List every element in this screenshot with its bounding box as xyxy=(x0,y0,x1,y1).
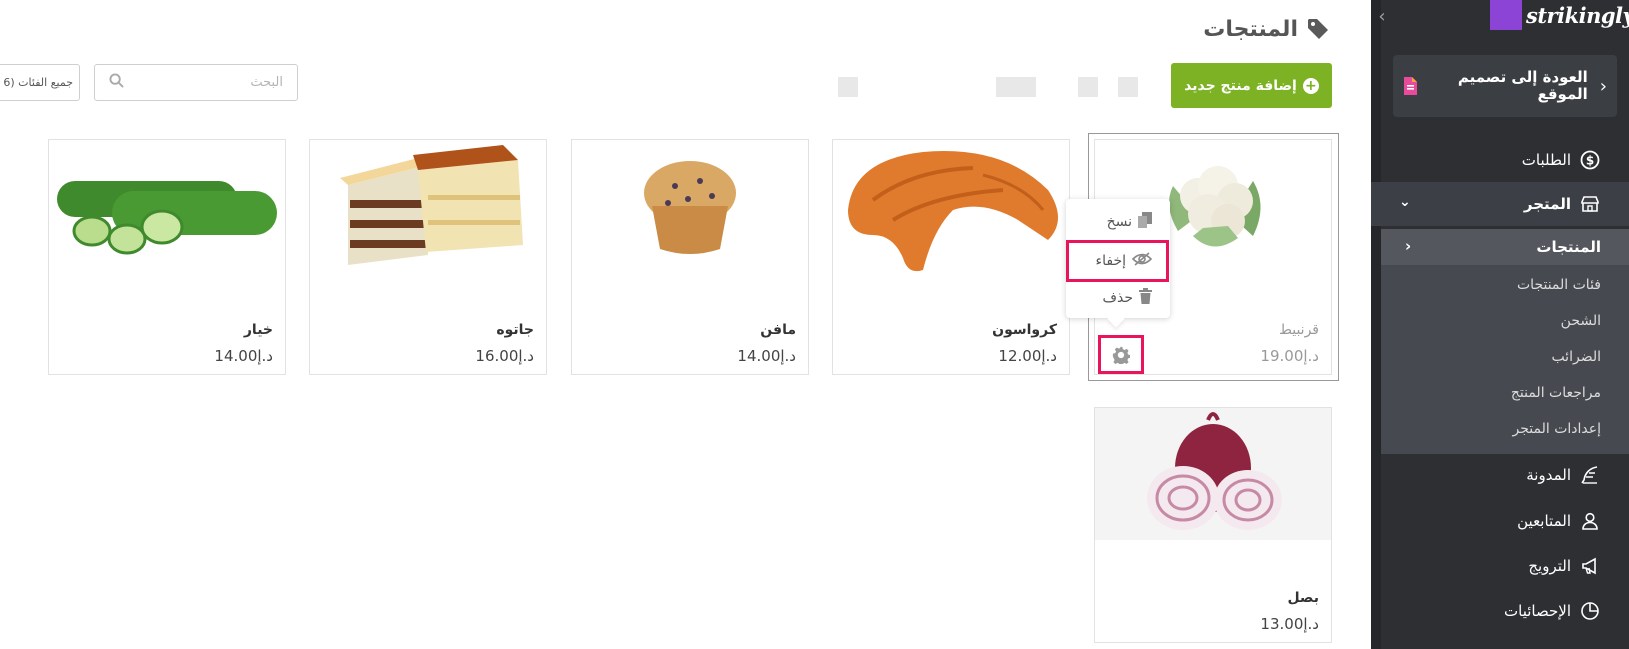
sidebar-subitem-label: الشحن xyxy=(1560,313,1601,329)
logo-mark xyxy=(1490,0,1522,30)
page-title-text: المنتجات xyxy=(1203,16,1298,42)
menu-item-label: نسخ xyxy=(1106,214,1132,230)
back-to-site-design-button[interactable]: ‹ العودة إلى تصميم الموقع xyxy=(1393,55,1617,117)
megaphone-icon xyxy=(1579,555,1601,577)
dollar-circle-icon: $ xyxy=(1579,149,1601,171)
sidebar-subitem-categories[interactable]: فئات المنتجات xyxy=(1381,268,1629,302)
logo: strikingly xyxy=(1490,0,1629,30)
product-price: د.إ16.00 xyxy=(475,347,534,365)
product-name: خيار xyxy=(243,322,273,338)
product-name: كرواسون xyxy=(992,322,1057,338)
chevron-down-icon: ⌄ xyxy=(1399,194,1411,210)
sidebar-item-orders[interactable]: $ الطلبات xyxy=(1371,138,1629,182)
product-image-muffin xyxy=(572,140,808,272)
plus-circle-icon: + xyxy=(1302,77,1319,94)
product-price: د.إ19.00 xyxy=(1260,347,1319,365)
product-card[interactable]: بصل د.إ13.00 xyxy=(1094,407,1332,643)
product-card[interactable]: خيار د.إ14.00 xyxy=(48,139,286,375)
product-image-croissant xyxy=(833,140,1069,272)
sidebar-subitem-products[interactable]: المنتجات ‹ xyxy=(1381,229,1629,265)
menu-item-delete[interactable]: حذف xyxy=(1066,281,1170,315)
product-price: د.إ12.00 xyxy=(998,347,1057,365)
document-icon xyxy=(1404,77,1417,95)
sidebar-item-label: المتجر xyxy=(1523,195,1571,213)
logo-text: strikingly xyxy=(1526,2,1629,28)
product-name: قرنبيط xyxy=(1278,322,1319,338)
sidebar-item-promote[interactable]: الترويج xyxy=(1371,544,1629,588)
chevron-left-icon: ‹ xyxy=(1405,237,1412,255)
sort-placeholder[interactable] xyxy=(996,77,1036,97)
sidebar-item-label: الإحصائيات xyxy=(1504,602,1571,620)
product-image-cucumber xyxy=(49,140,285,272)
sidebar-subitem-label: الضرائب xyxy=(1551,349,1601,365)
product-settings-gear-button[interactable] xyxy=(1098,335,1144,374)
sidebar-item-label: المتابعين xyxy=(1517,512,1571,530)
product-card[interactable]: مافن د.إ14.00 xyxy=(571,139,809,375)
sidebar-item-label: الترويج xyxy=(1528,557,1571,575)
users-icon xyxy=(1579,510,1601,532)
search-placeholder: البحث xyxy=(250,75,283,90)
view-toggle-button[interactable] xyxy=(838,77,858,97)
tag-icon xyxy=(1308,19,1328,39)
add-new-product-label: إضافة منتج جديد xyxy=(1184,77,1297,94)
product-price: د.إ13.00 xyxy=(1260,615,1319,633)
product-price: د.إ14.00 xyxy=(737,347,796,365)
sidebar-item-followers[interactable]: المتابعين xyxy=(1371,499,1629,543)
copy-icon xyxy=(1138,212,1152,232)
sidebar-item-blog[interactable]: المدونة xyxy=(1371,453,1629,497)
highlight-hide-option xyxy=(1066,240,1169,282)
sidebar-subitem-label: إعدادات المتجر xyxy=(1512,421,1601,437)
product-name: مافن xyxy=(760,322,796,338)
sidebar-subitem-label: المنتجات xyxy=(1536,238,1601,256)
sidebar-subitem-label: مراجعات المنتج xyxy=(1510,385,1601,401)
product-card[interactable]: جاتوه د.إ16.00 xyxy=(309,139,547,375)
product-price: د.إ14.00 xyxy=(214,347,273,365)
view-toggle-button[interactable] xyxy=(1118,77,1138,97)
sidebar-collapse-toggle[interactable]: ‹ xyxy=(1371,0,1393,32)
gear-icon xyxy=(1112,346,1130,364)
search-icon xyxy=(109,73,124,92)
search-input[interactable]: البحث xyxy=(94,64,298,101)
product-image-onion xyxy=(1095,408,1331,540)
pie-chart-icon xyxy=(1579,600,1601,622)
svg-text:$: $ xyxy=(1586,154,1594,168)
product-name: بصل xyxy=(1287,590,1319,606)
category-filter-select[interactable]: جميع الفئات (6 xyxy=(0,64,80,101)
product-card[interactable]: كرواسون د.إ12.00 xyxy=(832,139,1070,375)
menu-item-copy[interactable]: نسخ xyxy=(1066,205,1170,239)
sidebar-item-label: المدونة xyxy=(1526,466,1571,484)
sidebar-item-store[interactable]: المتجر ⌄ xyxy=(1371,182,1629,226)
sidebar-item-label: الطلبات xyxy=(1521,151,1571,169)
sidebar-subitem-store-settings[interactable]: إعدادات المتجر xyxy=(1381,412,1629,446)
page-title: المنتجات xyxy=(1100,12,1330,46)
sidebar-subitem-shipping[interactable]: الشحن xyxy=(1381,304,1629,338)
add-new-product-button[interactable]: + إضافة منتج جديد xyxy=(1171,63,1332,108)
view-toggle-button[interactable] xyxy=(1078,77,1098,97)
sidebar-subitem-taxes[interactable]: الضرائب xyxy=(1381,340,1629,374)
product-name: جاتوه xyxy=(496,322,534,338)
chevron-left-icon: ‹ xyxy=(1599,75,1607,97)
sidebar-subitem-reviews[interactable]: مراجعات المنتج xyxy=(1381,376,1629,410)
feather-pen-icon xyxy=(1579,464,1601,486)
product-actions-menu: نسخ إخفاء حذف xyxy=(1066,199,1170,328)
sidebar-item-stats[interactable]: الإحصائيات xyxy=(1371,589,1629,633)
menu-item-label: حذف xyxy=(1102,290,1133,306)
back-label: العودة إلى تصميم الموقع xyxy=(1457,68,1588,103)
trash-icon xyxy=(1139,288,1152,308)
sidebar-subitem-label: فئات المنتجات xyxy=(1517,277,1601,293)
store-icon xyxy=(1579,193,1601,215)
product-image-cake xyxy=(310,140,546,272)
